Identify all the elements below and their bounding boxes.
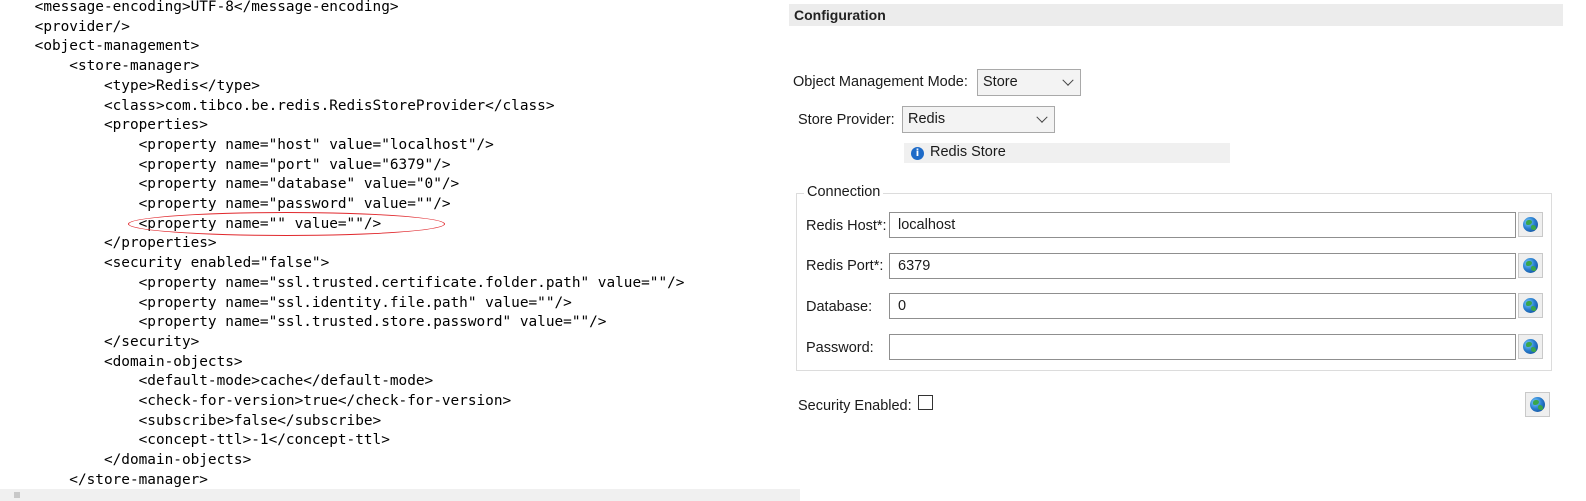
store-provider-label: Store Provider: <box>798 112 895 128</box>
security-enabled-label: Security Enabled: <box>798 398 912 414</box>
configuration-header: Configuration <box>789 4 1563 26</box>
global-variable-button[interactable] <box>1518 334 1543 359</box>
chevron-down-icon <box>1062 74 1074 86</box>
database-label: Database: <box>806 299 873 315</box>
code-line: <property name="database" value="0"/> <box>0 176 460 193</box>
global-variable-button[interactable] <box>1518 212 1543 237</box>
chevron-down-icon <box>1036 111 1048 123</box>
code-line: <property name="ssl.trusted.certificate.… <box>0 274 685 291</box>
code-line: <property name="ssl.identity.file.path" … <box>0 294 572 311</box>
code-line: <property name="password" value=""/> <box>0 196 451 212</box>
store-provider-value: Redis <box>908 111 946 127</box>
scrollbar-thumb[interactable] <box>14 492 20 498</box>
info-icon: i <box>911 147 924 160</box>
global-variable-button[interactable] <box>1518 253 1543 278</box>
code-line: <properties> <box>0 117 208 134</box>
code-line: <property name="port" value="6379"/> <box>0 156 451 173</box>
code-line: <object-management> <box>0 38 200 55</box>
info-message: i Redis Store <box>904 143 1230 163</box>
password-label: Password: <box>806 340 874 356</box>
globe-icon <box>1523 298 1538 313</box>
code-line: <property name="host" value="localhost"/… <box>0 136 494 153</box>
code-line: <default-mode>cache</default-mode> <box>0 373 434 390</box>
redis-port-field[interactable]: 6379 <box>889 253 1516 279</box>
code-line: </properties> <box>0 235 217 252</box>
password-field[interactable] <box>889 334 1516 360</box>
code-line: </domain-objects> <box>0 452 252 469</box>
horizontal-scrollbar[interactable] <box>0 489 800 501</box>
code-line: <property name="ssl.trusted.store.passwo… <box>0 314 607 331</box>
code-line: <class>com.tibco.be.redis.RedisStoreProv… <box>0 97 555 114</box>
object-management-mode-select[interactable]: Store <box>977 69 1081 96</box>
code-line: <check-for-version>true</check-for-versi… <box>0 393 512 409</box>
object-management-mode-label: Object Management Mode: <box>793 74 968 90</box>
store-provider-select[interactable]: Redis <box>902 106 1055 133</box>
xml-editor[interactable]: <message-encoding>UTF-8</message-encodin… <box>0 0 800 501</box>
code-line: <provider/> <box>0 18 130 35</box>
code-line: <security enabled="false"> <box>0 255 330 272</box>
code-line: </security> <box>0 333 200 350</box>
connection-legend: Connection <box>804 184 884 200</box>
code-line: </store-manager> <box>0 471 208 488</box>
global-variable-button[interactable] <box>1525 392 1550 417</box>
globe-icon <box>1523 258 1538 273</box>
code-line: <message-encoding>UTF-8</message-encodin… <box>0 0 399 15</box>
code-line: <concept-ttl>-1</concept-ttl> <box>0 432 390 449</box>
redis-host-label: Redis Host*: <box>806 218 887 234</box>
code-line: <domain-objects> <box>0 353 243 370</box>
redis-host-field[interactable]: localhost <box>889 212 1516 238</box>
global-variable-button[interactable] <box>1518 293 1543 318</box>
globe-icon <box>1530 397 1545 412</box>
database-field[interactable]: 0 <box>889 293 1516 319</box>
security-enabled-checkbox[interactable] <box>918 395 933 410</box>
info-text: Redis Store <box>930 144 1006 160</box>
globe-icon <box>1523 217 1538 232</box>
redis-port-label: Redis Port*: <box>806 258 884 274</box>
object-management-mode-value: Store <box>983 74 1018 90</box>
code-line: <subscribe>false</subscribe> <box>0 412 382 429</box>
code-line: <type>Redis</type> <box>0 77 260 94</box>
globe-icon <box>1523 339 1538 354</box>
code-line: <store-manager> <box>0 58 200 75</box>
red-highlight-ellipse <box>128 212 445 236</box>
